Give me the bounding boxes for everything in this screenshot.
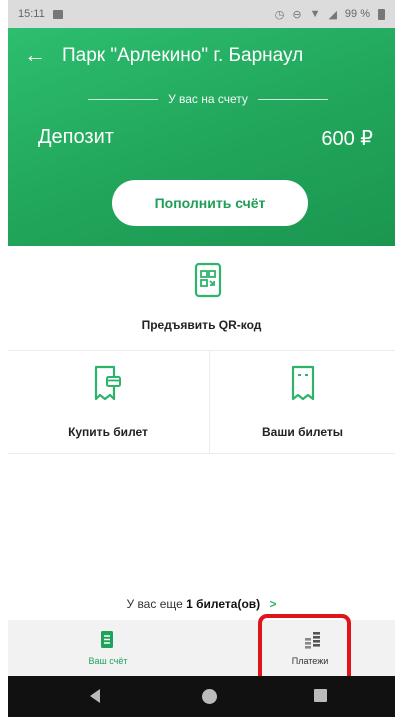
remaining-tickets-link[interactable]: У вас еще 1 билета(ов) >	[8, 597, 395, 611]
wifi-icon: ▼	[309, 8, 321, 20]
show-qr-label: Предъявить QR-код	[141, 318, 262, 332]
your-tickets-label: Ваши билеты	[262, 425, 343, 439]
sync-icon: ⊖	[292, 8, 302, 21]
system-back-icon[interactable]	[90, 689, 100, 703]
divider-line	[88, 98, 159, 100]
remaining-count: 1 билета(ов)	[186, 597, 261, 611]
tickets-icon	[291, 365, 315, 401]
qr-code-icon	[194, 262, 222, 298]
system-navigation-bar	[8, 676, 395, 717]
show-qr-button[interactable]: Предъявить QR-код	[8, 246, 395, 350]
buy-ticket-label: Купить билет	[68, 425, 148, 439]
alarm-icon: ◷	[274, 8, 285, 21]
system-recents-icon[interactable]	[314, 689, 327, 702]
deposit-amount: 600 ₽	[321, 128, 373, 150]
back-arrow-icon[interactable]: ←	[24, 44, 46, 66]
battery-icon	[378, 8, 385, 20]
buy-ticket-icon	[94, 365, 121, 401]
signal-icon: ◢	[328, 8, 337, 21]
status-time: 15:11	[18, 8, 45, 20]
nav-your-account[interactable]: Ваш счёт	[28, 620, 188, 676]
nav-account-label: Ваш счёт	[88, 656, 128, 666]
deposit-label: Депозит	[38, 126, 114, 148]
chevron-right-icon: >	[269, 597, 277, 611]
balance-label: У вас на счету	[168, 92, 248, 106]
balance-caption: У вас на счету	[88, 92, 328, 106]
divider-line	[257, 98, 328, 100]
status-icons: ◷ ⊖ ▼ ◢ 99 %	[275, 8, 385, 21]
top-up-button[interactable]: Пополнить счёт	[112, 180, 308, 226]
receipt-icon	[101, 631, 113, 648]
status-bar: 15:11 ◷ ⊖ ▼ ◢ 99 %	[8, 0, 395, 28]
remaining-prefix: У вас еще	[126, 597, 183, 611]
battery-text: 99 %	[344, 8, 370, 20]
system-home-icon[interactable]	[202, 689, 217, 704]
account-header: ← Парк "Арлекино" г. Барнаул У вас на сч…	[8, 28, 395, 246]
page-title: Парк "Арлекино" г. Барнаул	[62, 45, 304, 66]
buy-ticket-button[interactable]: Купить билет	[8, 351, 208, 453]
section-divider	[8, 453, 395, 454]
notification-icon	[52, 9, 63, 19]
your-tickets-button[interactable]: Ваши билеты	[210, 351, 395, 453]
